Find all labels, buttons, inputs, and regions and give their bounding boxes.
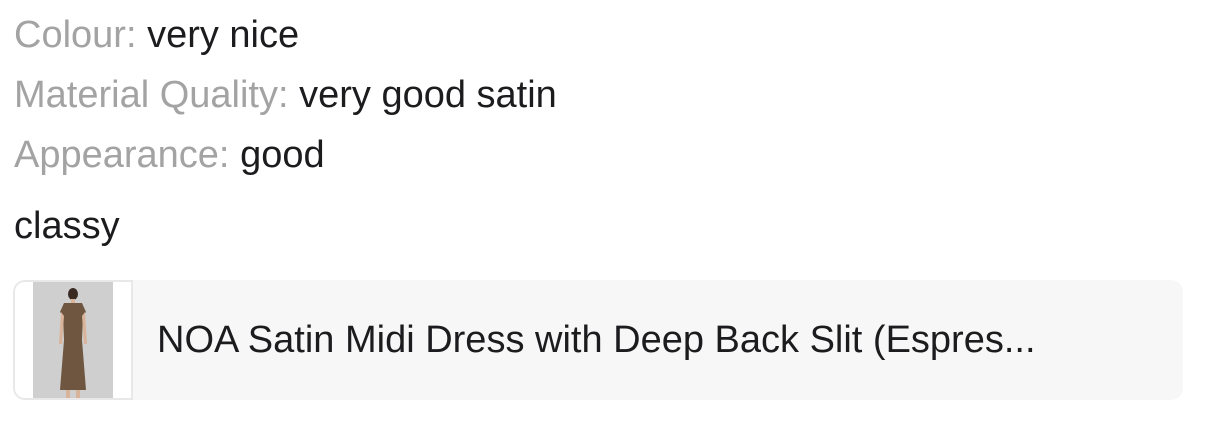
rating-label-colour: Colour: (14, 14, 137, 56)
rating-value-appearance: good (240, 134, 325, 176)
rating-row-colour: Colour: very nice (14, 13, 299, 57)
product-thumbnail[interactable] (13, 280, 133, 400)
rating-row-appearance: Appearance: good (14, 133, 325, 177)
rating-label-material-quality: Material Quality: (14, 74, 289, 116)
product-link-card[interactable]: NOA Satin Midi Dress with Deep Back Slit… (13, 280, 1183, 400)
dress-model-image (15, 282, 131, 398)
product-title[interactable]: NOA Satin Midi Dress with Deep Back Slit… (157, 318, 1157, 362)
rating-value-colour: very nice (147, 14, 300, 56)
rating-row-material-quality: Material Quality: very good satin (14, 73, 557, 117)
rating-label-appearance: Appearance: (14, 134, 230, 176)
review-comment: classy (14, 205, 120, 247)
rating-value-material-quality: very good satin (299, 74, 557, 116)
